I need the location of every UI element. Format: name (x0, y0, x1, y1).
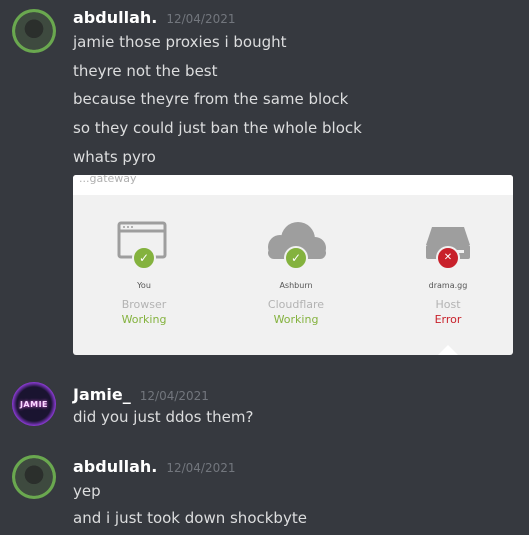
message-line: because theyre from the same block (73, 90, 349, 108)
message-line: and i just took down shockbyte (73, 509, 307, 527)
message-line: yep (73, 482, 101, 500)
check-icon: ✓ (284, 246, 308, 270)
embed-cut-text: ...gateway (79, 175, 137, 185)
node-type: Host (435, 298, 461, 311)
message-line: jamie those proxies i bought (73, 33, 287, 51)
node-cloudflare: ✓ Ashburn Cloudflare Working (246, 215, 346, 326)
username[interactable]: Jamie_ (73, 385, 131, 404)
message-line: theyre not the best (73, 62, 218, 80)
node-status: Working (121, 313, 167, 326)
node-location: You (137, 281, 151, 290)
node-location: drama.gg (428, 281, 468, 290)
message-header: Jamie_ 12/04/2021 (73, 385, 209, 404)
node-type: Browser (121, 298, 167, 311)
avatar[interactable] (12, 455, 56, 499)
node-browser: ✓ You Browser Working (94, 215, 194, 326)
check-icon: ✓ (132, 246, 156, 270)
timestamp: 12/04/2021 (166, 461, 236, 475)
message-line: did you just ddos them? (73, 408, 254, 426)
node-status: Working (273, 313, 319, 326)
node-host: ✕ drama.gg Host Error (398, 215, 498, 326)
pointer-notch (438, 345, 458, 355)
embed-top-bar: ...gateway (73, 175, 513, 195)
message-line: so they could just ban the whole block (73, 119, 362, 137)
node-location: Ashburn (279, 281, 313, 290)
embedded-image[interactable]: ...gateway ✓ You Browser Working ✓ Ashbu… (73, 175, 513, 355)
username[interactable]: abdullah. (73, 8, 157, 27)
avatar[interactable]: JAMIE (12, 382, 56, 426)
avatar-text: JAMIE (19, 399, 49, 409)
node-status: Error (434, 313, 462, 326)
timestamp: 12/04/2021 (166, 12, 236, 26)
message-line: whats pyro (73, 148, 156, 166)
node-type: Cloudflare (267, 298, 325, 311)
username[interactable]: abdullah. (73, 457, 157, 476)
avatar[interactable] (12, 9, 56, 53)
message-header: abdullah. 12/04/2021 (73, 457, 236, 476)
message-header: abdullah. 12/04/2021 (73, 8, 236, 27)
error-icon: ✕ (436, 246, 460, 270)
timestamp: 12/04/2021 (139, 389, 209, 403)
